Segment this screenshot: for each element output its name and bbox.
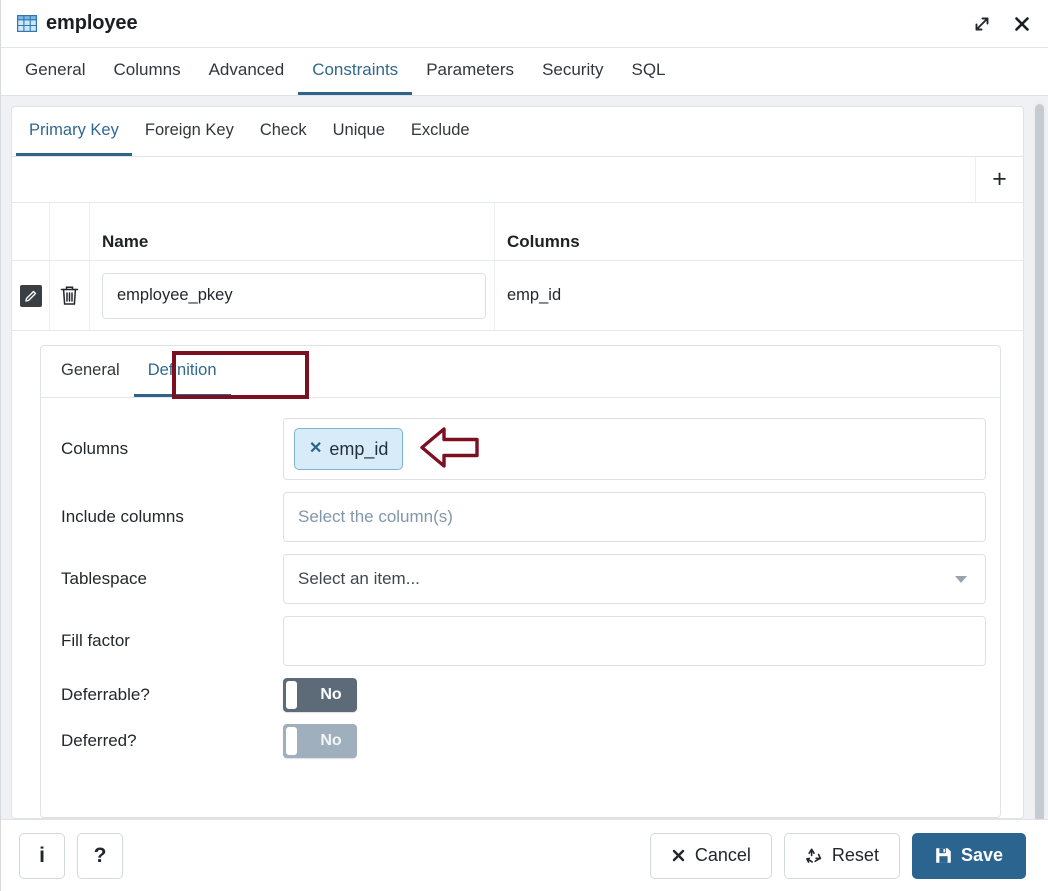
deferrable-toggle-label: No (305, 686, 357, 704)
plus-icon: + (992, 167, 1007, 192)
vertical-scrollbar-thumb[interactable] (1035, 104, 1044, 819)
dialog-title: employee (46, 12, 137, 35)
trash-icon[interactable] (60, 285, 79, 306)
subtab-check[interactable]: Check (247, 107, 320, 156)
info-button[interactable]: i (19, 833, 65, 879)
subtab-exclude[interactable]: Exclude (398, 107, 483, 156)
detail-tab-definition[interactable]: Definition (134, 346, 231, 397)
field-deferrable-control: No (283, 678, 986, 712)
cancel-button[interactable]: Cancel (650, 833, 772, 879)
constraint-tabbar: Primary Key Foreign Key Check Unique Exc… (12, 107, 1023, 157)
table-icon (17, 15, 37, 32)
column-chip-emp-id[interactable]: ✕ emp_id (294, 428, 403, 470)
grid-header: Name Columns (12, 203, 1023, 261)
detail-tab-general[interactable]: General (47, 346, 134, 397)
field-columns: Columns ✕ emp_id (61, 418, 986, 480)
field-include-columns-control: Select the column(s) (283, 492, 986, 542)
row-edit-cell (12, 261, 50, 330)
detail-tabbar: General Definition (41, 346, 1000, 398)
save-button-label: Save (961, 845, 1003, 866)
include-columns-multiselect[interactable]: Select the column(s) (283, 492, 986, 542)
reset-button[interactable]: Reset (784, 833, 900, 879)
deferrable-toggle-knob (286, 681, 297, 709)
tablespace-select[interactable]: Select an item... (283, 554, 986, 604)
deferrable-toggle[interactable]: No (283, 678, 357, 712)
expand-diagonal-icon[interactable] (970, 12, 994, 36)
field-deferred-label: Deferred? (61, 731, 283, 751)
grid-toolbar-spacer (12, 157, 976, 202)
subtab-foreign-key[interactable]: Foreign Key (132, 107, 247, 156)
field-deferrable: Deferrable? No (61, 678, 986, 712)
deferred-toggle-knob (286, 727, 297, 755)
row-name-cell (90, 261, 495, 330)
constraint-detail-panel: General Definition Columns ✕ emp_ (40, 345, 1001, 818)
fill-factor-input[interactable] (283, 616, 986, 666)
table-properties-dialog: employee General Columns Advanced Constr (0, 0, 1048, 891)
save-button[interactable]: Save (912, 833, 1026, 879)
field-deferrable-label: Deferrable? (61, 685, 283, 705)
field-columns-label: Columns (61, 439, 283, 459)
subtab-unique[interactable]: Unique (320, 107, 398, 156)
close-small-icon[interactable]: ✕ (309, 441, 322, 457)
deferred-toggle-label: No (305, 732, 357, 750)
deferred-toggle[interactable]: No (283, 724, 357, 758)
field-fill-factor: Fill factor (61, 616, 986, 666)
close-icon (671, 848, 686, 863)
tablespace-value: Select an item... (298, 569, 420, 589)
tab-sql[interactable]: SQL (617, 48, 679, 95)
tab-general[interactable]: General (11, 48, 99, 95)
main-tabbar: General Columns Advanced Constraints Par… (1, 48, 1048, 96)
row-delete-cell (50, 261, 90, 330)
constraint-name-input[interactable] (102, 273, 486, 319)
recycle-icon (805, 847, 823, 865)
tab-parameters[interactable]: Parameters (412, 48, 528, 95)
tab-constraints[interactable]: Constraints (298, 48, 412, 95)
chevron-down-icon (955, 576, 967, 583)
close-icon[interactable] (1010, 12, 1034, 36)
field-deferred-control: No (283, 724, 986, 758)
field-include-columns: Include columns Select the column(s) (61, 492, 986, 542)
field-tablespace: Tablespace Select an item... (61, 554, 986, 604)
info-icon: i (39, 844, 45, 868)
grid-header-delete-col (50, 203, 90, 260)
grid-header-columns: Columns (495, 203, 1023, 260)
column-chip-label: emp_id (329, 439, 388, 460)
add-row-button[interactable]: + (976, 157, 1023, 202)
help-button[interactable]: ? (77, 833, 123, 879)
field-deferred: Deferred? No (61, 724, 986, 758)
subtab-primary-key[interactable]: Primary Key (16, 107, 132, 156)
pencil-icon[interactable] (20, 285, 42, 307)
table-row: emp_id (12, 261, 1023, 331)
cancel-button-label: Cancel (695, 845, 751, 866)
grid-header-name: Name (90, 203, 495, 260)
titlebar-left: employee (17, 12, 137, 35)
dialog-body: Primary Key Foreign Key Check Unique Exc… (1, 96, 1048, 819)
definition-form: Columns ✕ emp_id (41, 398, 1000, 770)
dialog-footer: i ? Cancel (1, 819, 1048, 891)
grid-header-edit-col (12, 203, 50, 260)
field-tablespace-control: Select an item... (283, 554, 986, 604)
field-include-columns-label: Include columns (61, 507, 283, 527)
tab-columns[interactable]: Columns (99, 48, 194, 95)
titlebar-right (970, 12, 1034, 36)
grid-toolbar: + (12, 157, 1023, 203)
field-fill-factor-label: Fill factor (61, 631, 283, 651)
row-columns-cell: emp_id (495, 261, 1023, 330)
field-fill-factor-control (283, 616, 986, 666)
reset-button-label: Reset (832, 845, 879, 866)
constraints-panel: Primary Key Foreign Key Check Unique Exc… (11, 106, 1024, 819)
vertical-scrollbar[interactable] (1033, 100, 1046, 817)
tab-security[interactable]: Security (528, 48, 617, 95)
field-tablespace-label: Tablespace (61, 569, 283, 589)
field-columns-control: ✕ emp_id (283, 418, 986, 480)
dialog-titlebar: employee (1, 0, 1048, 48)
include-columns-placeholder: Select the column(s) (298, 507, 453, 527)
help-icon: ? (94, 844, 107, 868)
detail-panel-wrap: General Definition Columns ✕ emp_ (12, 331, 1023, 818)
floppy-disk-icon (935, 847, 952, 864)
columns-multiselect[interactable]: ✕ emp_id (283, 418, 986, 480)
tab-advanced[interactable]: Advanced (195, 48, 299, 95)
